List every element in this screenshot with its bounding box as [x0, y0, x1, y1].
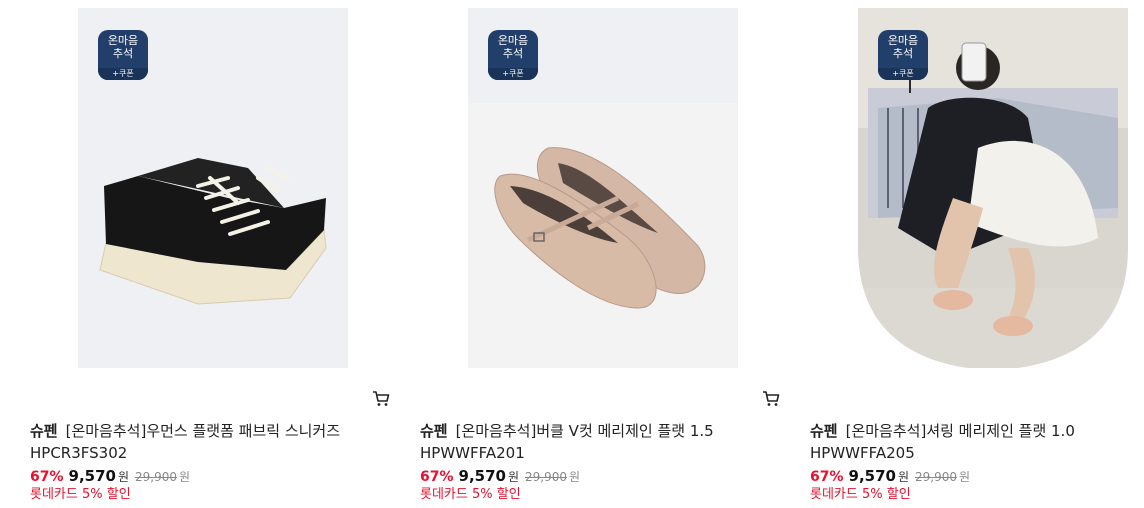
cart-icon[interactable] [372, 390, 390, 408]
chuseok-coupon-badge: 온마음 추석 +쿠폰 [98, 30, 148, 80]
product-name[interactable]: 슈펜 [온마음추석]셔링 메리제인 플랫 1.0 [810, 421, 1075, 441]
badge-line-1: 온마음 [107, 34, 139, 47]
price-line: 67% 9,570 원 29,900 원 [810, 466, 970, 487]
brand-name: 슈펜 [30, 422, 58, 440]
original-currency: 원 [179, 470, 191, 484]
badge-coupon: +쿠폰 [98, 68, 148, 80]
original-currency: 원 [959, 470, 971, 484]
product-title: [온마음추석]버클 V컷 메리제인 플랫 1.5 [455, 422, 714, 440]
product-title: [온마음추석]우먼스 플랫폼 패브릭 스니커즈 [65, 422, 341, 440]
discount-rate: 67% [810, 469, 844, 485]
product-image[interactable]: 온마음 추석 +쿠폰 [858, 8, 1128, 368]
original-price: 29,900 [525, 470, 568, 484]
card-promo: 롯데카드 5% 할인 [420, 487, 521, 502]
currency: 원 [897, 470, 910, 484]
badge-line-2: 추석 [892, 47, 914, 60]
product-card[interactable]: 온마음 추석 +쿠폰 슈펜 [온마음추석]우먼스 플랫폼 패브릭 스니커즈 HPC… [30, 0, 390, 508]
original-currency: 원 [569, 470, 581, 484]
badge-line-1: 온마음 [497, 34, 529, 47]
product-card[interactable]: 온마음 추석 +쿠폰 슈펜 [온마음추석]셔링 메리제인 플랫 1.0 HPWWF… [810, 0, 1144, 508]
chuseok-coupon-badge: 온마음 추석 +쿠폰 [878, 30, 928, 80]
original-price: 29,900 [915, 470, 958, 484]
price-line: 67% 9,570 원 29,900 원 [30, 466, 190, 487]
original-price: 29,900 [135, 470, 178, 484]
price-line: 67% 9,570 원 29,900 원 [420, 466, 580, 487]
product-name[interactable]: 슈펜 [온마음추석]버클 V컷 메리제인 플랫 1.5 [420, 421, 714, 441]
card-promo: 롯데카드 5% 할인 [30, 487, 131, 502]
badge-coupon: +쿠폰 [488, 68, 538, 80]
sale-price: 9,570 [848, 467, 896, 485]
product-name[interactable]: 슈펜 [온마음추석]우먼스 플랫폼 패브릭 스니커즈 [30, 421, 340, 441]
brand-name: 슈펜 [810, 422, 838, 440]
product-image[interactable]: 온마음 추석 +쿠폰 [468, 8, 738, 368]
cart-icon[interactable] [762, 390, 780, 408]
discount-rate: 67% [420, 469, 454, 485]
product-code: HPWWFFA201 [420, 444, 525, 462]
badge-line-2: 추석 [112, 47, 134, 60]
sale-price: 9,570 [68, 467, 116, 485]
product-code: HPWWFFA205 [810, 444, 915, 462]
product-title: [온마음추석]셔링 메리제인 플랫 1.0 [845, 422, 1075, 440]
card-promo: 롯데카드 5% 할인 [810, 487, 911, 502]
product-image[interactable]: 온마음 추석 +쿠폰 [78, 8, 348, 368]
badge-line-1: 온마음 [887, 34, 919, 47]
sale-price: 9,570 [458, 467, 506, 485]
currency: 원 [117, 470, 130, 484]
badge-coupon: +쿠폰 [878, 68, 928, 80]
discount-rate: 67% [30, 469, 64, 485]
product-code: HPCR3FS302 [30, 444, 128, 462]
currency: 원 [507, 470, 520, 484]
brand-name: 슈펜 [420, 422, 448, 440]
chuseok-coupon-badge: 온마음 추석 +쿠폰 [488, 30, 538, 80]
badge-line-2: 추석 [502, 47, 524, 60]
product-card[interactable]: 온마음 추석 +쿠폰 슈펜 [온마음추석]버클 V컷 메리제인 플랫 1.5 HP… [420, 0, 780, 508]
